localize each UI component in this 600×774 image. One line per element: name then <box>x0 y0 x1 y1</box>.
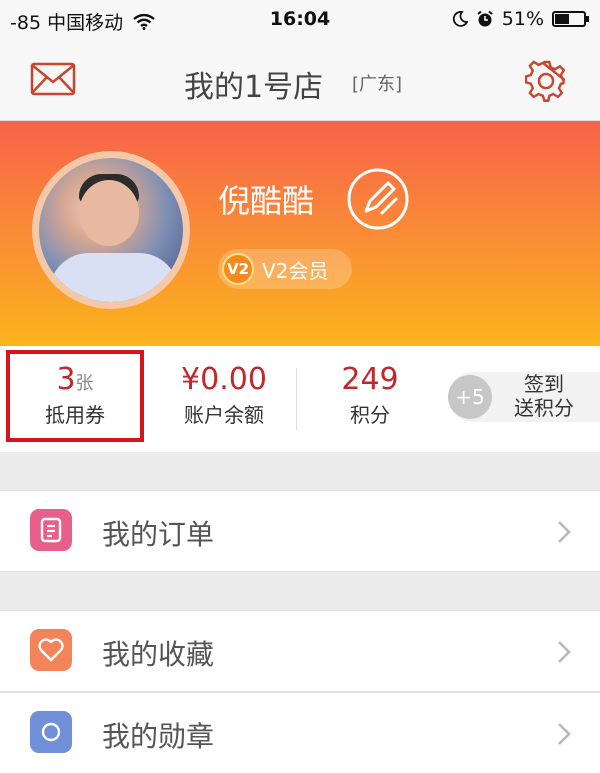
page-title: 我的1号店 <box>184 70 324 105</box>
coupon-unit: 张 <box>75 373 94 394</box>
chevron-right-icon <box>558 723 571 745</box>
coupon-label: 抵用券 <box>45 403 105 427</box>
mail-icon[interactable] <box>30 62 76 96</box>
menu-label-medals: 我的勋章 <box>102 720 215 753</box>
menu-item-medals[interactable]: 我的勋章 <box>0 692 600 774</box>
points-label: 积分 <box>350 403 390 427</box>
order-icon <box>30 509 72 551</box>
alarm-icon <box>477 10 493 27</box>
status-right: 51% <box>452 8 589 30</box>
checkin-bonus-badge: +5 <box>448 375 492 419</box>
avatar[interactable] <box>32 151 190 309</box>
checkin-text: 签到 送积分 <box>514 372 574 420</box>
account-stats: 3张 抵用券 ¥0.00 账户余额 249 积分 +5 签到 送积分 <box>0 346 600 452</box>
balance-label: 账户余额 <box>184 403 264 427</box>
member-level-pill[interactable]: V2 V2会员 <box>218 249 352 289</box>
stat-coupons[interactable]: 3张 抵用券 <box>20 362 130 428</box>
heart-icon <box>30 629 72 671</box>
status-bar: -85 中国移动 16:04 51% <box>0 0 600 40</box>
checkin-button[interactable]: +5 签到 送积分 <box>448 372 600 422</box>
coupon-count: 3 <box>56 362 76 397</box>
top-navbar: 我的1号店 [广东] <box>0 40 600 121</box>
username: 倪酷酷 <box>218 182 315 220</box>
stat-balance[interactable]: ¥0.00 账户余额 <box>160 362 288 428</box>
checkin-line1: 签到 <box>524 372 564 396</box>
menu-label-favorites: 我的收藏 <box>102 638 215 671</box>
stat-divider <box>296 368 297 430</box>
points-value: 249 <box>341 362 399 397</box>
moon-icon <box>452 11 468 27</box>
menu-label-orders: 我的订单 <box>102 518 215 551</box>
edit-profile-icon[interactable] <box>346 167 410 231</box>
chevron-right-icon <box>558 641 571 663</box>
profile-header: 倪酷酷 V2 V2会员 <box>0 121 600 346</box>
vip-badge-icon: V2 <box>222 253 254 285</box>
checkin-line2: 送积分 <box>514 396 574 420</box>
menu-item-orders[interactable]: 我的订单 <box>0 490 600 572</box>
stat-points[interactable]: 249 积分 <box>320 362 420 428</box>
member-level-label: V2会员 <box>262 258 329 283</box>
battery-percent: 51% <box>501 8 544 30</box>
battery-icon <box>552 11 589 27</box>
balance-value: ¥0.00 <box>181 362 267 397</box>
medal-icon <box>30 711 72 753</box>
chevron-right-icon <box>558 521 571 543</box>
gear-icon[interactable] <box>525 60 567 102</box>
region-selector[interactable]: [广东] <box>352 70 402 96</box>
avatar-photo <box>39 158 183 302</box>
menu-item-favorites[interactable]: 我的收藏 <box>0 610 600 692</box>
